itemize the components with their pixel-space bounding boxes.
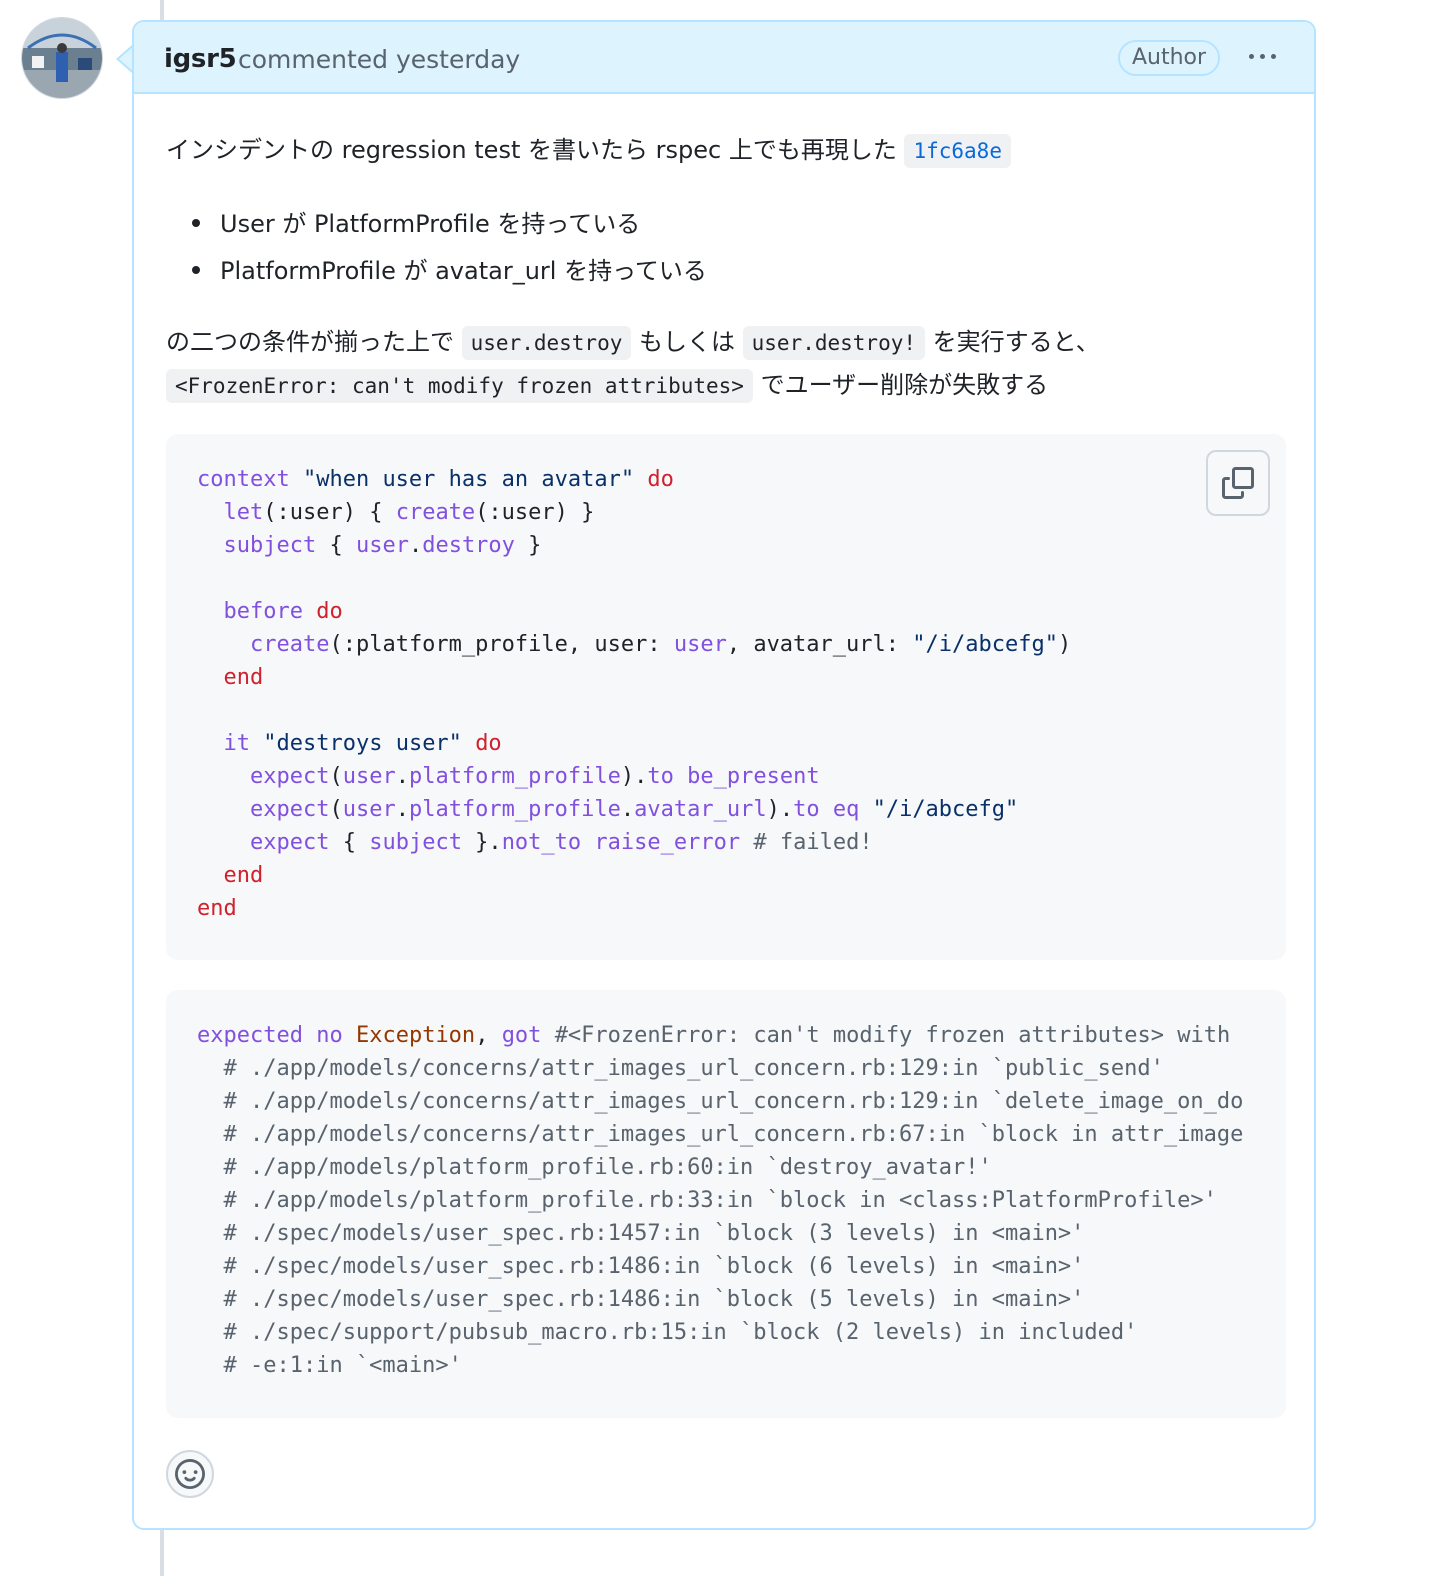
code-line: # ./app/models/concerns/attr_images_url_… xyxy=(197,1089,1244,1114)
commit-link[interactable]: 1fc6a8e xyxy=(904,134,1011,168)
copy-button[interactable] xyxy=(1206,450,1270,516)
add-reaction-button[interactable] xyxy=(166,1450,214,1498)
code-line: # ./spec/models/user_spec.rb:1486:in `bl… xyxy=(197,1254,1085,1279)
smiley-icon xyxy=(175,1459,205,1489)
code-line: # ./spec/models/user_spec.rb:1486:in `bl… xyxy=(197,1287,1085,1312)
paragraph-3-text: でユーザー削除が失敗する xyxy=(760,371,1049,399)
copy-icon xyxy=(1222,467,1254,499)
list-item: PlatformProfile が avatar_url を持っている xyxy=(220,257,707,285)
code-block-ruby: context "when user has an avatar" do let… xyxy=(166,434,1286,960)
code-line: expected no Exception, got #<FrozenError… xyxy=(197,1023,1231,1048)
paragraph-2: の二つの条件が揃った上で user.destroy もしくは user.dest… xyxy=(166,322,1100,360)
code-line: subject { user.destroy } xyxy=(223,533,542,558)
paragraph-2-text-c: を実行すると、 xyxy=(932,328,1100,356)
code-line: expect { subject }.not_to raise_error # … xyxy=(249,830,873,855)
inline-code: <FrozenError: can't modify frozen attrib… xyxy=(166,369,753,403)
author-badge: Author xyxy=(1118,40,1220,76)
bullet-icon xyxy=(192,219,200,227)
bullet-icon xyxy=(192,266,200,274)
code-line: expect(user.platform_profile).to be_pres… xyxy=(249,764,820,789)
code-line: # ./app/models/concerns/attr_images_url_… xyxy=(197,1056,1164,1081)
author-link[interactable]: igsr5 xyxy=(164,44,237,74)
code-line: end xyxy=(223,863,264,888)
comment-box: igsr5 commented yesterday Author インシデントの… xyxy=(132,20,1316,1530)
code-line: end xyxy=(197,896,237,921)
code-line: context "when user has an avatar" do xyxy=(197,467,674,492)
list-item: User が PlatformProfile を持っている xyxy=(220,210,641,238)
code-block-output: expected no Exception, got #<FrozenError… xyxy=(166,990,1286,1418)
code-line: # ./app/models/concerns/attr_images_url_… xyxy=(197,1122,1244,1147)
paragraph-3: <FrozenError: can't modify frozen attrib… xyxy=(166,365,1049,403)
code-line: create(:platform_profile, user: user, av… xyxy=(249,632,1072,657)
code-line: let(:user) { create(:user) } xyxy=(223,500,595,525)
code-line: before do xyxy=(223,599,343,624)
comment-timestamp[interactable]: commented yesterday xyxy=(238,45,520,74)
code-line: # ./spec/support/pubsub_macro.rb:15:in `… xyxy=(197,1320,1138,1345)
code-line: # ./app/models/platform_profile.rb:33:in… xyxy=(197,1188,1217,1213)
code-block-2-content: expected no Exception, got #<FrozenError… xyxy=(197,1019,1243,1382)
comment-pointer-fill xyxy=(119,47,133,71)
comment-header: igsr5 commented yesterday Author xyxy=(134,22,1314,94)
kebab-horizontal-icon[interactable] xyxy=(1242,38,1282,74)
code-line: # ./app/models/platform_profile.rb:60:in… xyxy=(197,1155,992,1180)
code-block-1-content: context "when user has an avatar" do let… xyxy=(197,463,1071,925)
code-line: # -e:1:in `<main>' xyxy=(197,1353,462,1378)
paragraph-1-text: インシデントの regression test を書いたら rspec 上でも再… xyxy=(166,136,897,164)
paragraph-1: インシデントの regression test を書いたら rspec 上でも再… xyxy=(166,130,1011,168)
paragraph-2-text-a: の二つの条件が揃った上で xyxy=(166,328,454,356)
avatar-image xyxy=(22,18,102,98)
code-line: it "destroys user" do xyxy=(223,731,502,756)
code-line: # ./spec/models/user_spec.rb:1457:in `bl… xyxy=(197,1221,1085,1246)
inline-code: user.destroy xyxy=(461,326,632,360)
inline-code: user.destroy! xyxy=(742,326,926,360)
code-line: end xyxy=(223,665,264,690)
paragraph-2-text-b: もしくは xyxy=(639,328,735,356)
code-line: expect(user.platform_profile.avatar_url)… xyxy=(249,797,1019,822)
avatar[interactable] xyxy=(22,18,102,98)
